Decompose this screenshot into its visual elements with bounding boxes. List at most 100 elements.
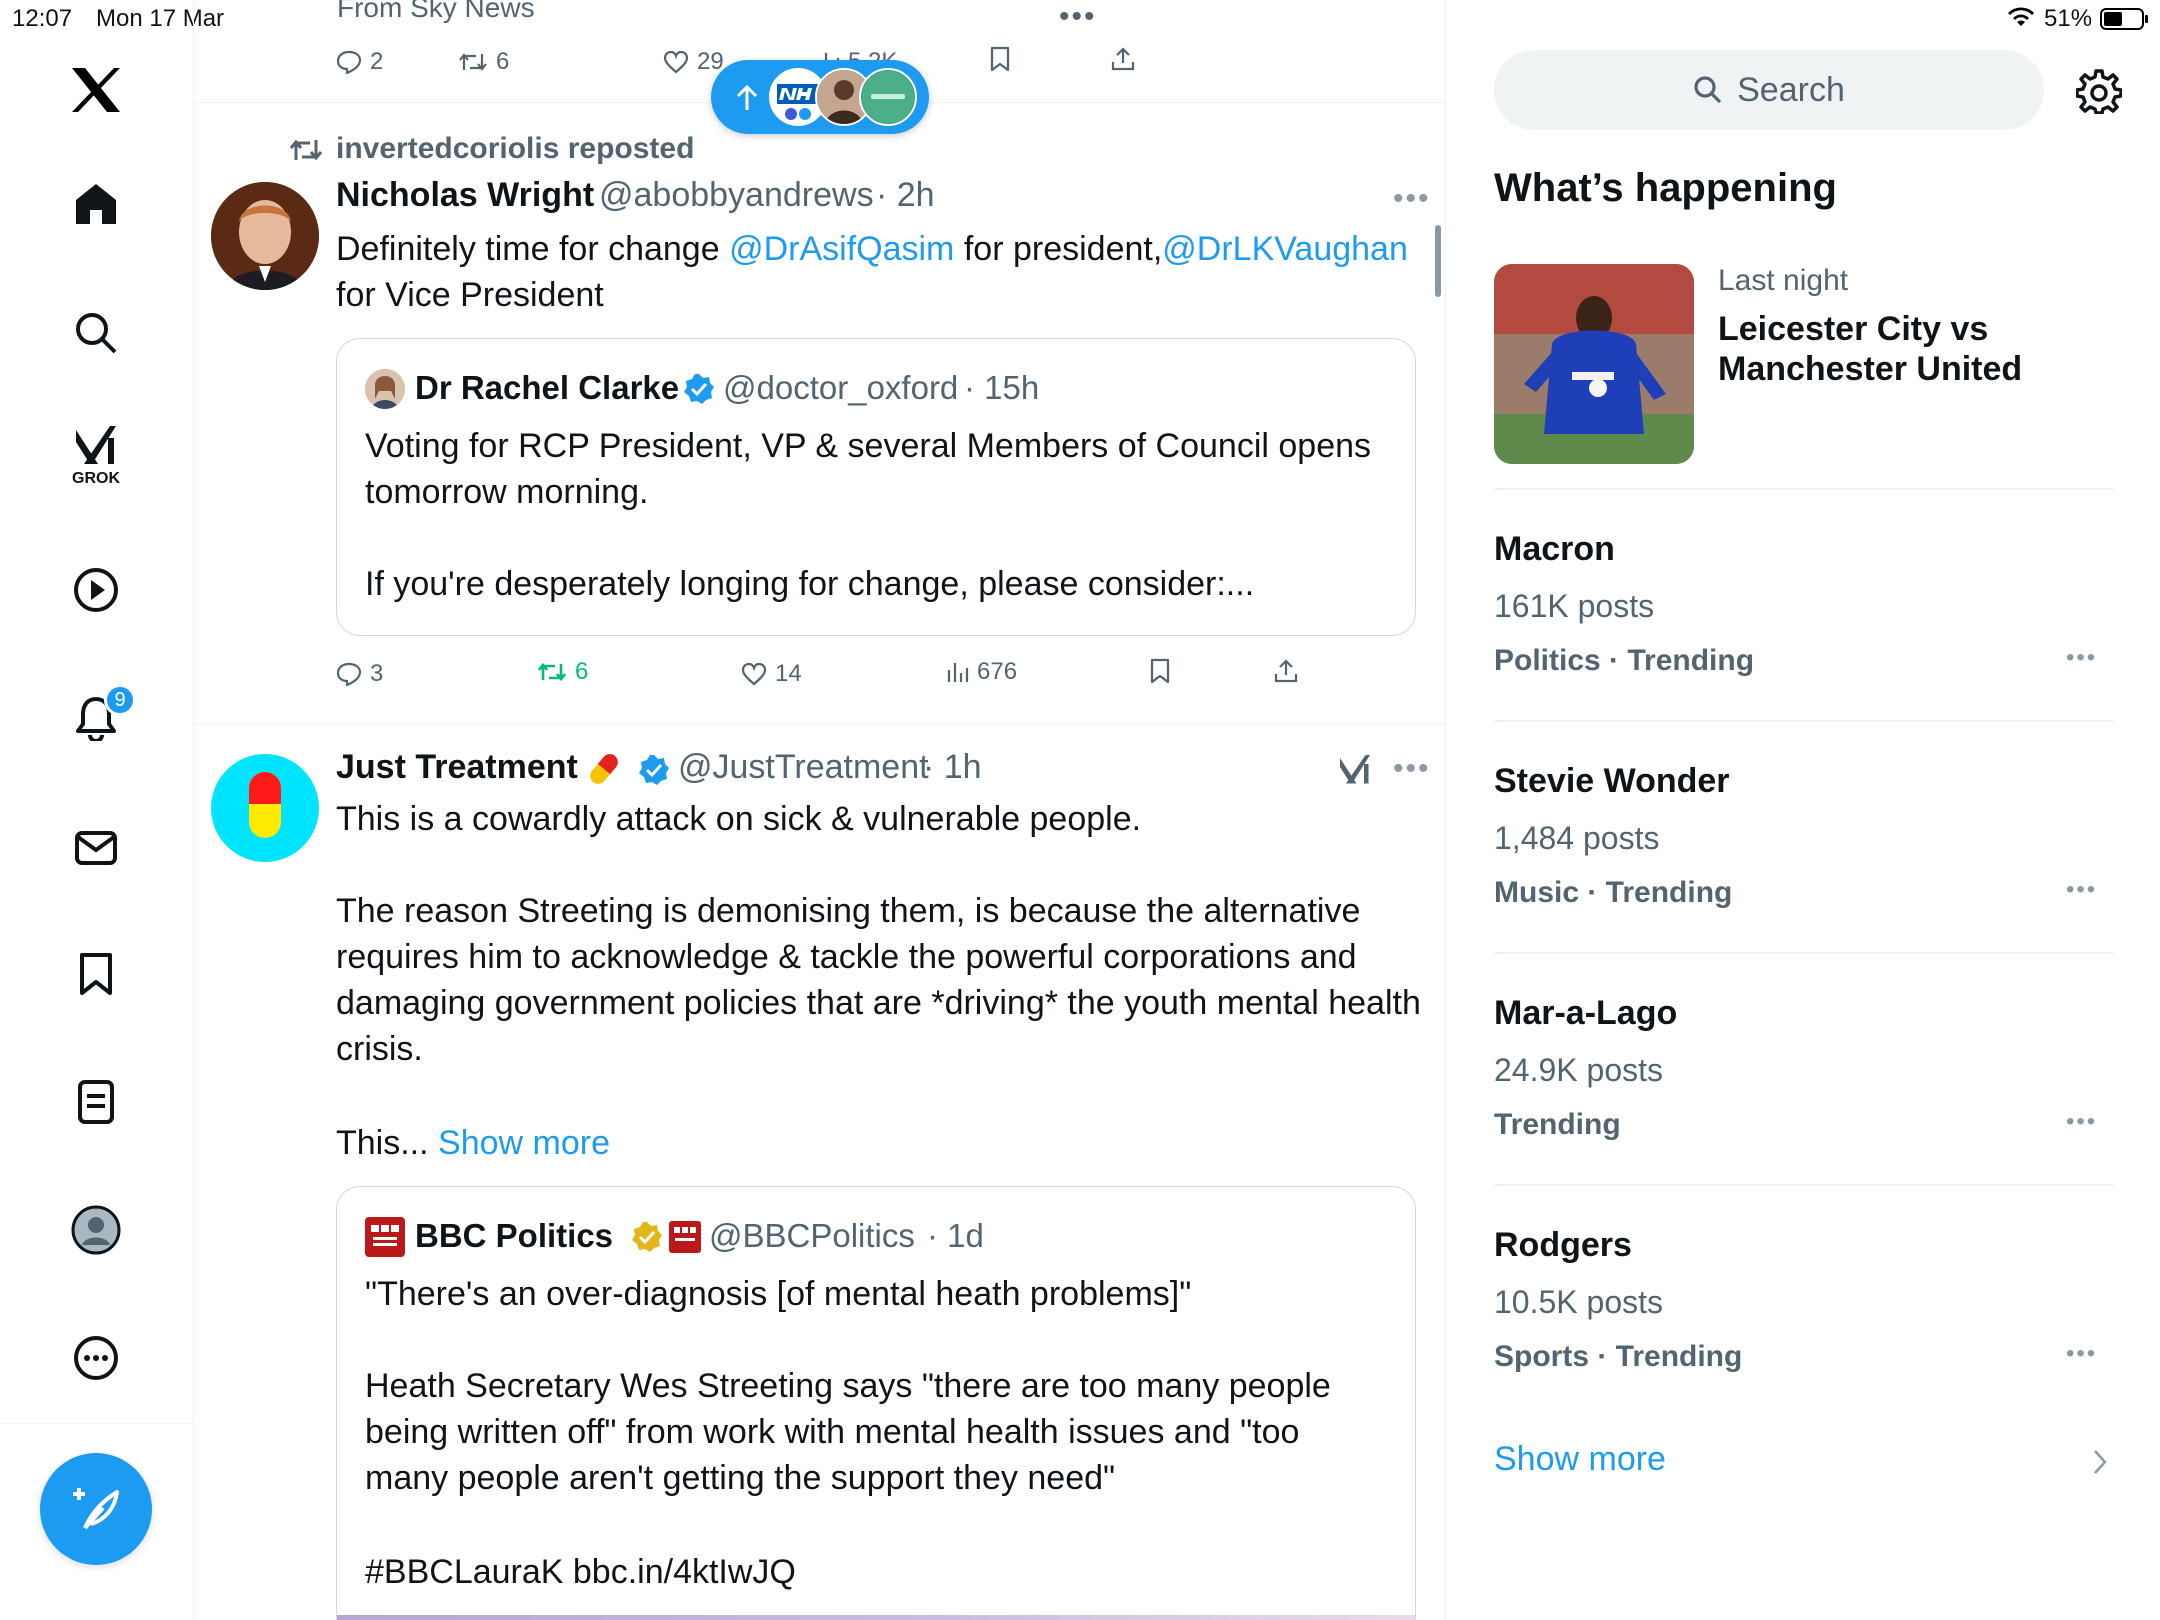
trend-item[interactable]: Stevie Wonder 1,484 posts Music · Trendi… — [1494, 752, 2114, 932]
tweet-time[interactable]: · 1h — [923, 748, 982, 787]
messages-icon[interactable] — [60, 812, 132, 884]
profile-avatar-icon[interactable] — [60, 1194, 132, 1266]
quoted-tweet[interactable]: Dr Rachel Clarke @doctor_oxford · 15h Vo… — [336, 338, 1416, 636]
repost-count: 6 — [496, 48, 510, 75]
featured-event-title[interactable]: Manchester United — [1718, 350, 2022, 389]
featured-event-image[interactable] — [1494, 264, 1694, 464]
reply-count: 3 — [370, 660, 384, 687]
avatar[interactable] — [211, 182, 319, 290]
tweet-divider — [193, 724, 1445, 725]
settings-gear-icon[interactable] — [2075, 68, 2123, 119]
trend-more-icon[interactable]: ••• — [2066, 644, 2097, 672]
quoted-tweet-text: Heath Secretary Wes Streeting says "ther… — [365, 1367, 1331, 1497]
featured-event-meta: Last night — [1718, 264, 1849, 297]
like-button[interactable]: 14 — [741, 660, 802, 688]
video-icon[interactable] — [60, 554, 132, 626]
mention-link[interactable]: @DrLKVaughan — [1162, 230, 1408, 268]
quoted-tweet-time: · 1d — [927, 1217, 984, 1254]
repost-button[interactable]: 6 — [537, 658, 588, 686]
trend-divider — [1494, 488, 2114, 490]
search-icon[interactable] — [60, 297, 132, 369]
trend-name: Rodgers — [1494, 1226, 1632, 1264]
trend-posts: 1,484 posts — [1494, 820, 1660, 856]
bookmark-button[interactable] — [1149, 658, 1171, 684]
search-input[interactable]: Search — [1494, 50, 2044, 130]
bbc-news-logo-icon — [365, 1217, 405, 1257]
trend-more-icon[interactable]: ••• — [2066, 1340, 2097, 1368]
repost-indicator-icon — [289, 136, 323, 169]
featured-event-title[interactable]: Leicester City vs — [1718, 310, 1988, 349]
scrollbar[interactable] — [1435, 225, 1441, 297]
grok-icon[interactable]: GROK — [60, 420, 132, 492]
author-name[interactable]: Nicholas Wright — [336, 176, 594, 215]
verified-badge-icon — [638, 754, 670, 791]
author-handle[interactable]: @JustTreatment — [678, 748, 929, 787]
author-name[interactable]: Just Treatment — [336, 748, 578, 787]
trend-posts: 161K posts — [1494, 588, 1655, 624]
pill-emoji-icon — [583, 748, 625, 795]
tweet-time[interactable]: · 2h — [876, 176, 935, 215]
trend-divider — [1494, 720, 2114, 722]
repost-button[interactable]: 6 — [458, 48, 509, 76]
trend-more-icon[interactable]: ••• — [2066, 1108, 2097, 1136]
quoted-tweet-text: "There's an over-diagnosis [of mental he… — [365, 1275, 1192, 1313]
reply-icon — [336, 662, 362, 686]
grok-icon[interactable] — [1337, 752, 1373, 793]
avatar[interactable] — [211, 754, 319, 862]
share-button[interactable] — [1110, 46, 1136, 72]
show-more-link[interactable]: Show more — [1494, 1440, 1666, 1479]
share-icon — [1111, 47, 1135, 71]
new-posts-pill[interactable] — [711, 60, 929, 134]
trend-name: Macron — [1494, 530, 1615, 568]
chevron-right-icon[interactable] — [2092, 1448, 2108, 1481]
verified-gold-badge-icon — [631, 1221, 663, 1258]
trend-more-icon[interactable]: ••• — [2066, 876, 2097, 904]
trend-item[interactable]: Mar-a-Lago 24.9K posts Trending ••• — [1494, 984, 2114, 1164]
trend-item[interactable]: Macron 161K posts Politics · Trending ••… — [1494, 520, 2114, 700]
reply-button[interactable]: 2 — [336, 48, 383, 76]
views-count: 676 — [977, 658, 1018, 685]
quoted-media-thumbnail[interactable] — [337, 1615, 1415, 1620]
compose-button[interactable] — [40, 1453, 152, 1565]
trend-item[interactable]: Rodgers 10.5K posts Sports · Trending ••… — [1494, 1216, 2114, 1396]
quoted-tweet[interactable]: BBC Politics @BBCPolitics · 1d "There's … — [336, 1186, 1416, 1620]
show-more-link[interactable]: Show more — [438, 1124, 610, 1162]
bookmarks-icon[interactable] — [60, 938, 132, 1010]
notifications-badge: 9 — [104, 684, 136, 716]
views-button[interactable]: 676 — [945, 658, 1017, 686]
views-icon — [947, 663, 969, 682]
more-options-icon[interactable]: ••• — [1393, 752, 1431, 786]
reply-button[interactable]: 3 — [336, 660, 383, 688]
repost-count: 6 — [575, 658, 589, 685]
share-icon — [1274, 659, 1298, 683]
from-source-label: From Sky News — [337, 0, 535, 23]
arrow-up-icon — [736, 84, 758, 110]
nav-divider — [0, 1423, 193, 1424]
lists-icon[interactable] — [60, 1066, 132, 1138]
more-options-icon[interactable]: ••• — [1059, 0, 1097, 34]
mention-link[interactable]: @DrAsifQasim — [729, 230, 954, 268]
bookmark-button[interactable] — [989, 46, 1011, 72]
like-button[interactable]: 29 — [663, 48, 724, 76]
author-handle[interactable]: @abobbyandrews — [599, 176, 874, 215]
share-button[interactable] — [1273, 658, 1299, 684]
repost-by-label[interactable]: invertedcoriolis reposted — [336, 132, 694, 166]
more-icon[interactable] — [60, 1322, 132, 1394]
tweet-text-part: This... — [336, 1124, 429, 1162]
tweet-text: The reason Streeting is demonising them,… — [336, 892, 1421, 1068]
search-placeholder: Search — [1737, 70, 1845, 109]
x-logo-icon[interactable] — [60, 54, 132, 126]
home-icon[interactable] — [60, 168, 132, 240]
trend-posts: 24.9K posts — [1494, 1052, 1663, 1088]
sidebar-nav: GROK 9 — [0, 0, 194, 1620]
trend-name: Stevie Wonder — [1494, 762, 1730, 800]
more-options-icon[interactable]: ••• — [1393, 182, 1431, 216]
trend-context: Music · Trending — [1494, 876, 1733, 909]
tweet-text-part: for Vice President — [336, 276, 604, 314]
trend-context: Politics · Trending — [1494, 644, 1755, 677]
trend-context: Sports · Trending — [1494, 1340, 1743, 1373]
quoted-author-name: Dr Rachel Clarke — [415, 369, 680, 406]
compose-quill-icon — [73, 1488, 119, 1530]
trend-posts: 10.5K posts — [1494, 1284, 1663, 1320]
tweet-text: This is a cowardly attack on sick & vuln… — [336, 800, 1142, 838]
